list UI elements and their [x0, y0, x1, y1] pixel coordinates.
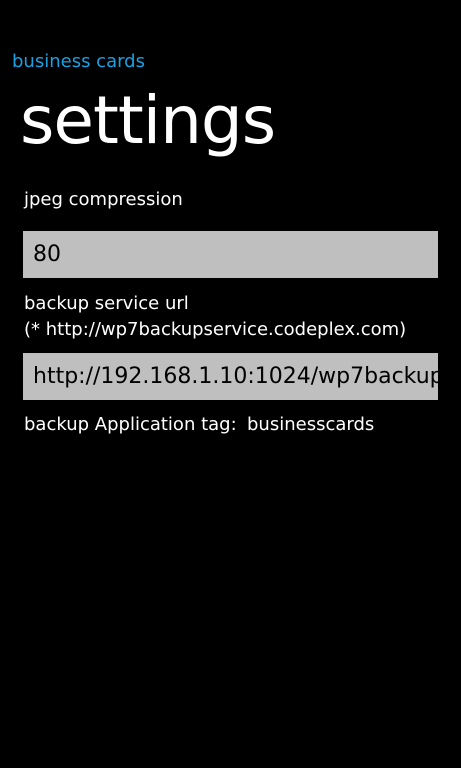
backup-tag-label: backup Application tag: — [24, 414, 237, 435]
backup-tag-value: businesscards — [247, 414, 375, 435]
backup-service-url-input[interactable]: http://192.168.1.10:1024/wp7backupservic… — [23, 353, 438, 400]
jpeg-compression-label: jpeg compression — [24, 189, 183, 210]
app-title: business cards — [12, 51, 145, 72]
backup-service-url-value: http://192.168.1.10:1024/wp7backupservic… — [33, 364, 438, 389]
jpeg-compression-input[interactable]: 80 — [23, 231, 438, 278]
backup-service-url-hint: (* http://wp7backupservice.codeplex.com) — [24, 319, 407, 340]
backup-service-url-label: backup service url — [24, 293, 189, 314]
jpeg-compression-value: 80 — [33, 242, 61, 267]
page-title: settings — [20, 82, 276, 159]
